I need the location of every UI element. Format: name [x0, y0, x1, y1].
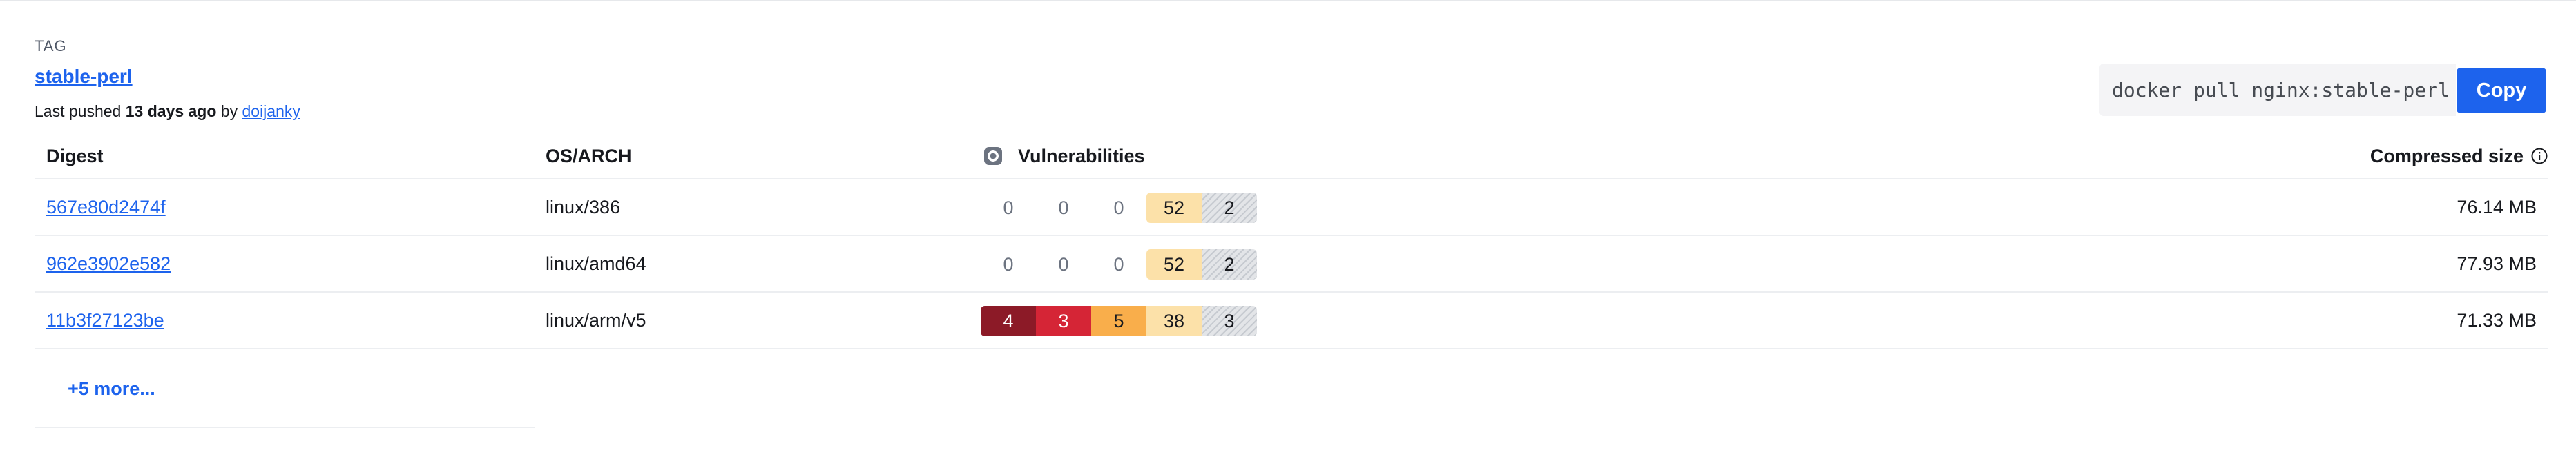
compressed-size: 77.93 MB — [2457, 253, 2537, 274]
column-header-compressed-size: Compressed size — [2370, 133, 2548, 179]
table-row: 567e80d2474f linux/386 0 0 0 52 2 76.14 … — [35, 179, 2548, 236]
digest-link[interactable]: 962e3902e582 — [46, 236, 171, 291]
last-pushed-time: 13 days ago — [125, 102, 217, 120]
os-arch: linux/amd64 — [546, 253, 646, 274]
scout-shield-icon — [984, 147, 1002, 165]
vuln-critical-count: 4 — [981, 306, 1036, 336]
vuln-medium-count: 0 — [1113, 253, 1124, 275]
digest-link[interactable]: 11b3f27123be — [46, 293, 164, 348]
vulnerability-bar[interactable]: 0 0 0 52 2 — [981, 193, 1257, 223]
table-row: 11b3f27123be linux/arm/v5 4 3 5 38 3 71.… — [35, 293, 2548, 349]
vuln-unspecified-count: 3 — [1202, 306, 1257, 336]
show-more-link[interactable]: +5 more... — [68, 378, 155, 400]
copy-button[interactable]: Copy — [2457, 68, 2546, 113]
last-pushed-prefix: Last pushed — [35, 102, 122, 120]
pull-command-text: docker pull nginx:stable-perl — [2112, 78, 2450, 101]
vuln-medium-count: 0 — [1113, 197, 1124, 218]
digest-link[interactable]: 567e80d2474f — [46, 179, 166, 235]
os-arch: linux/arm/v5 — [546, 309, 646, 331]
pushed-by-link[interactable]: doijanky — [242, 102, 300, 120]
compressed-size: 76.14 MB — [2457, 196, 2537, 217]
table-row: 962e3902e582 linux/amd64 0 0 0 52 2 77.9… — [35, 236, 2548, 293]
tag-name-link[interactable]: stable-perl — [35, 66, 133, 88]
vuln-low-count: 52 — [1146, 193, 1202, 223]
tag-card: TAG stable-perl Last pushed 13 days ago … — [0, 0, 2576, 457]
vuln-high-count: 3 — [1036, 306, 1091, 336]
divider — [35, 427, 535, 428]
info-circle-icon[interactable] — [2530, 147, 2548, 165]
vulnerability-bar[interactable]: 4 3 5 38 3 — [981, 306, 1257, 336]
vuln-medium-count: 5 — [1091, 306, 1146, 336]
vuln-critical-count: 0 — [1003, 253, 1014, 275]
column-header-os-arch: OS/ARCH — [546, 145, 632, 166]
compressed-size: 71.33 MB — [2457, 309, 2537, 331]
column-header-compressed-size-label: Compressed size — [2370, 145, 2524, 166]
vuln-low-count: 38 — [1146, 306, 1202, 336]
table-header: Digest OS/ARCH Vulnerabilities Compresse… — [35, 133, 2548, 179]
column-header-vulnerabilities: Vulnerabilities — [982, 133, 1145, 179]
tag-label: TAG — [35, 37, 67, 55]
vuln-high-count: 0 — [1058, 253, 1069, 275]
vulnerability-bar[interactable]: 0 0 0 52 2 — [981, 249, 1257, 280]
os-arch: linux/386 — [546, 196, 621, 217]
vuln-critical-count: 0 — [1003, 197, 1014, 218]
vuln-high-count: 0 — [1058, 197, 1069, 218]
column-header-digest: Digest — [46, 145, 104, 166]
pull-command-box[interactable]: docker pull nginx:stable-perl — [2099, 64, 2456, 116]
last-pushed-info: Last pushed 13 days ago by doijanky — [35, 102, 300, 121]
column-header-vulnerabilities-label: Vulnerabilities — [1018, 145, 1145, 166]
vuln-unspecified-count: 2 — [1202, 193, 1257, 223]
by-text: by — [220, 102, 238, 120]
vuln-low-count: 52 — [1146, 249, 1202, 280]
vuln-unspecified-count: 2 — [1202, 249, 1257, 280]
